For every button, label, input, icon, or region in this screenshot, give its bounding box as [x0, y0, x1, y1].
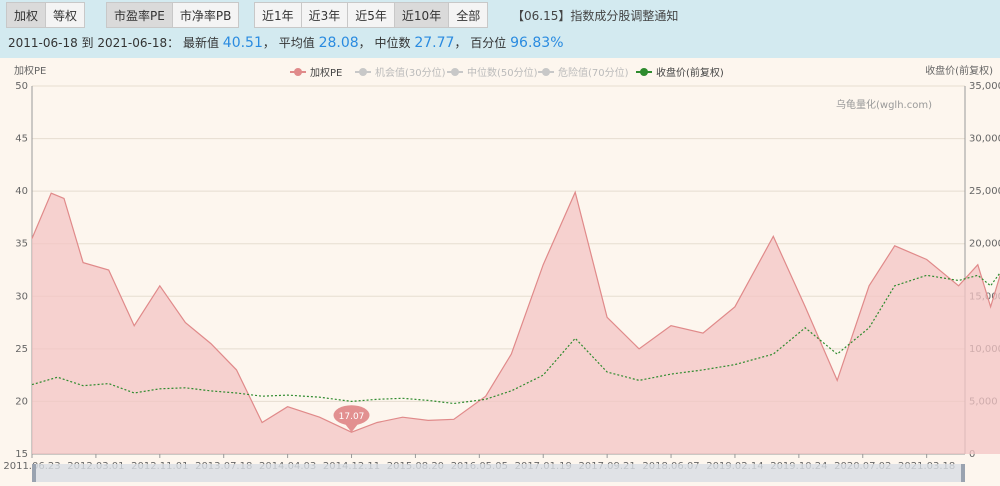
equal-weight-button[interactable]: 等权 [46, 2, 86, 28]
range-slider-handle[interactable] [961, 464, 965, 482]
left-tick-label: 30 [15, 291, 28, 302]
legend-label: 加权PE [310, 66, 342, 79]
left-tick-label: 40 [15, 186, 28, 197]
legend-label: 危险值(70分位) [558, 66, 629, 79]
left-tick-label: 45 [15, 134, 28, 145]
pb-button[interactable]: 市净率PB [172, 2, 240, 28]
range-toggle-group: 近1年 近3年 近5年 近10年 全部 [254, 2, 489, 28]
marker-label: 17.07 [339, 412, 365, 422]
left-tick-label: 50 [15, 81, 28, 92]
right-tick-label: 20,000 [969, 239, 1000, 250]
stats-row: 2011-06-18 到 2021-06-18： 最新值 40.51， 平均值 … [8, 34, 564, 51]
weighted-button[interactable]: 加权 [6, 2, 47, 28]
right-tick-label: 35,000 [969, 81, 1000, 92]
legend-label: 中位数(50分位) [467, 66, 538, 79]
legend-label: 收盘价(前复权) [656, 66, 724, 79]
latest-value: 40.51 [222, 35, 263, 51]
notice-link[interactable]: 【06.15】指数成分股调整通知 [512, 7, 678, 24]
range-1y-button[interactable]: 近1年 [254, 2, 302, 28]
sep: ， [454, 36, 467, 50]
sep: ， [262, 36, 275, 50]
average-value: 28.08 [318, 35, 359, 51]
range-slider[interactable] [32, 464, 965, 482]
range-5y-button[interactable]: 近5年 [348, 2, 395, 28]
legend-swatch[interactable] [359, 68, 367, 76]
range-3y-button[interactable]: 近3年 [301, 2, 349, 28]
pe-chart: 152025303540455005,00010,00015,00020,000… [0, 58, 1000, 486]
sep: ， [358, 36, 371, 50]
legend-swatch[interactable] [640, 68, 648, 76]
range-all-button[interactable]: 全部 [449, 2, 489, 28]
median-label: 中位数 [374, 36, 411, 50]
left-tick-label: 25 [15, 344, 28, 355]
left-tick-label: 35 [15, 239, 28, 250]
range-slider-handle[interactable] [32, 464, 36, 482]
left-tick-label: 20 [15, 396, 28, 407]
right-tick-label: 25,000 [969, 186, 1000, 197]
left-axis-title: 加权PE [14, 64, 46, 77]
range-10y-button[interactable]: 近10年 [394, 2, 450, 28]
latest-label: 最新值 [182, 36, 219, 50]
metric-toggle-group: 市盈率PE 市净率PB [106, 2, 240, 28]
watermark: 乌龟量化(wglh.com) [836, 98, 932, 111]
percentile-value: 96.83% [510, 35, 564, 51]
legend-swatch[interactable] [294, 68, 302, 76]
legend-swatch[interactable] [451, 68, 459, 76]
weight-toggle-group: 加权 等权 [6, 2, 86, 28]
chart-svg: 152025303540455005,00010,00015,00020,000… [3, 64, 1000, 482]
date-range: 2011-06-18 到 2021-06-18： [8, 36, 180, 50]
legend-label: 机会值(30分位) [375, 66, 446, 79]
percentile-label: 百分位 [470, 36, 507, 50]
pe-area [32, 192, 1000, 454]
right-axis-title: 收盘价(前复权) [925, 64, 993, 77]
median-value: 27.77 [414, 35, 455, 51]
average-label: 平均值 [278, 36, 315, 50]
legend-swatch[interactable] [542, 68, 550, 76]
right-tick-label: 30,000 [969, 134, 1000, 145]
toolbar: 加权 等权 市盈率PE 市净率PB 近1年 近3年 近5年 近10年 全部 【0… [0, 0, 1000, 30]
left-tick-label: 15 [15, 449, 28, 460]
pe-button[interactable]: 市盈率PE [106, 2, 173, 28]
